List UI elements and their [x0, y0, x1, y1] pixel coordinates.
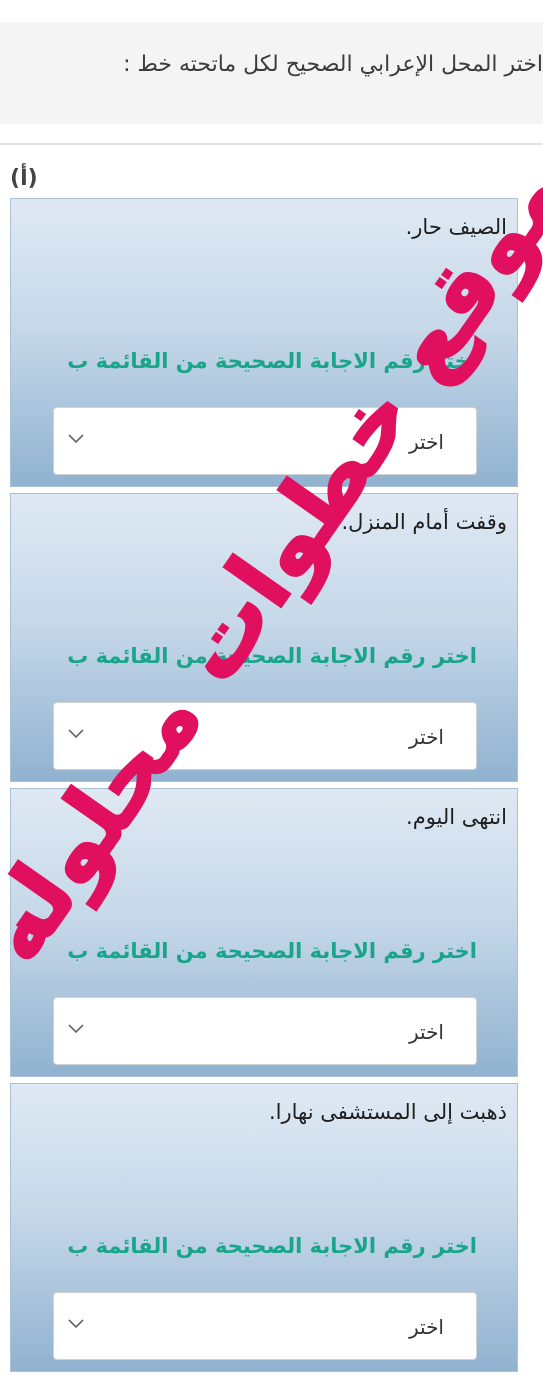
answer-select[interactable]: اختر: [53, 1292, 477, 1360]
question-card-4: ذهبت إلى المستشفى نهارا. اختر رقم الاجاب…: [10, 1083, 518, 1372]
chevron-down-icon: [68, 1319, 84, 1329]
answer-prompt: اختر رقم الاجابة الصحيحة من القائمة ب: [67, 644, 477, 668]
select-value: اختر: [409, 1315, 444, 1339]
chevron-down-icon: [68, 434, 84, 444]
part-label: (أ): [10, 166, 38, 191]
question-text: انتهى اليوم.: [406, 805, 507, 829]
divider: [0, 143, 543, 145]
answer-select[interactable]: اختر: [53, 997, 477, 1065]
question-card-3: انتهى اليوم. اختر رقم الاجابة الصحيحة من…: [10, 788, 518, 1077]
chevron-down-icon: [68, 729, 84, 739]
question-card-2: وقفت أمام المنزل. اختر رقم الاجابة الصحي…: [10, 493, 518, 782]
question-text: وقفت أمام المنزل.: [341, 510, 508, 534]
question-text: الصيف حار.: [405, 215, 507, 239]
answer-prompt: اختر رقم الاجابة الصحيحة من القائمة ب: [67, 1234, 477, 1258]
select-value: اختر: [409, 1020, 444, 1044]
instruction-text: اختر المحل الإعرابي الصحيح لكل ماتحته خط…: [123, 52, 543, 77]
chevron-down-icon: [68, 1024, 84, 1034]
select-value: اختر: [409, 725, 444, 749]
answer-select[interactable]: اختر: [53, 702, 477, 770]
answer-prompt: اختر رقم الاجابة الصحيحة من القائمة ب: [67, 939, 477, 963]
question-text: ذهبت إلى المستشفى نهارا.: [268, 1100, 507, 1124]
select-value: اختر: [409, 430, 444, 454]
answer-select[interactable]: اختر: [53, 407, 477, 475]
answer-prompt: اختر رقم الاجابة الصحيحة من القائمة ب: [67, 349, 477, 373]
question-card-1: الصيف حار. اختر رقم الاجابة الصحيحة من ا…: [10, 198, 518, 487]
